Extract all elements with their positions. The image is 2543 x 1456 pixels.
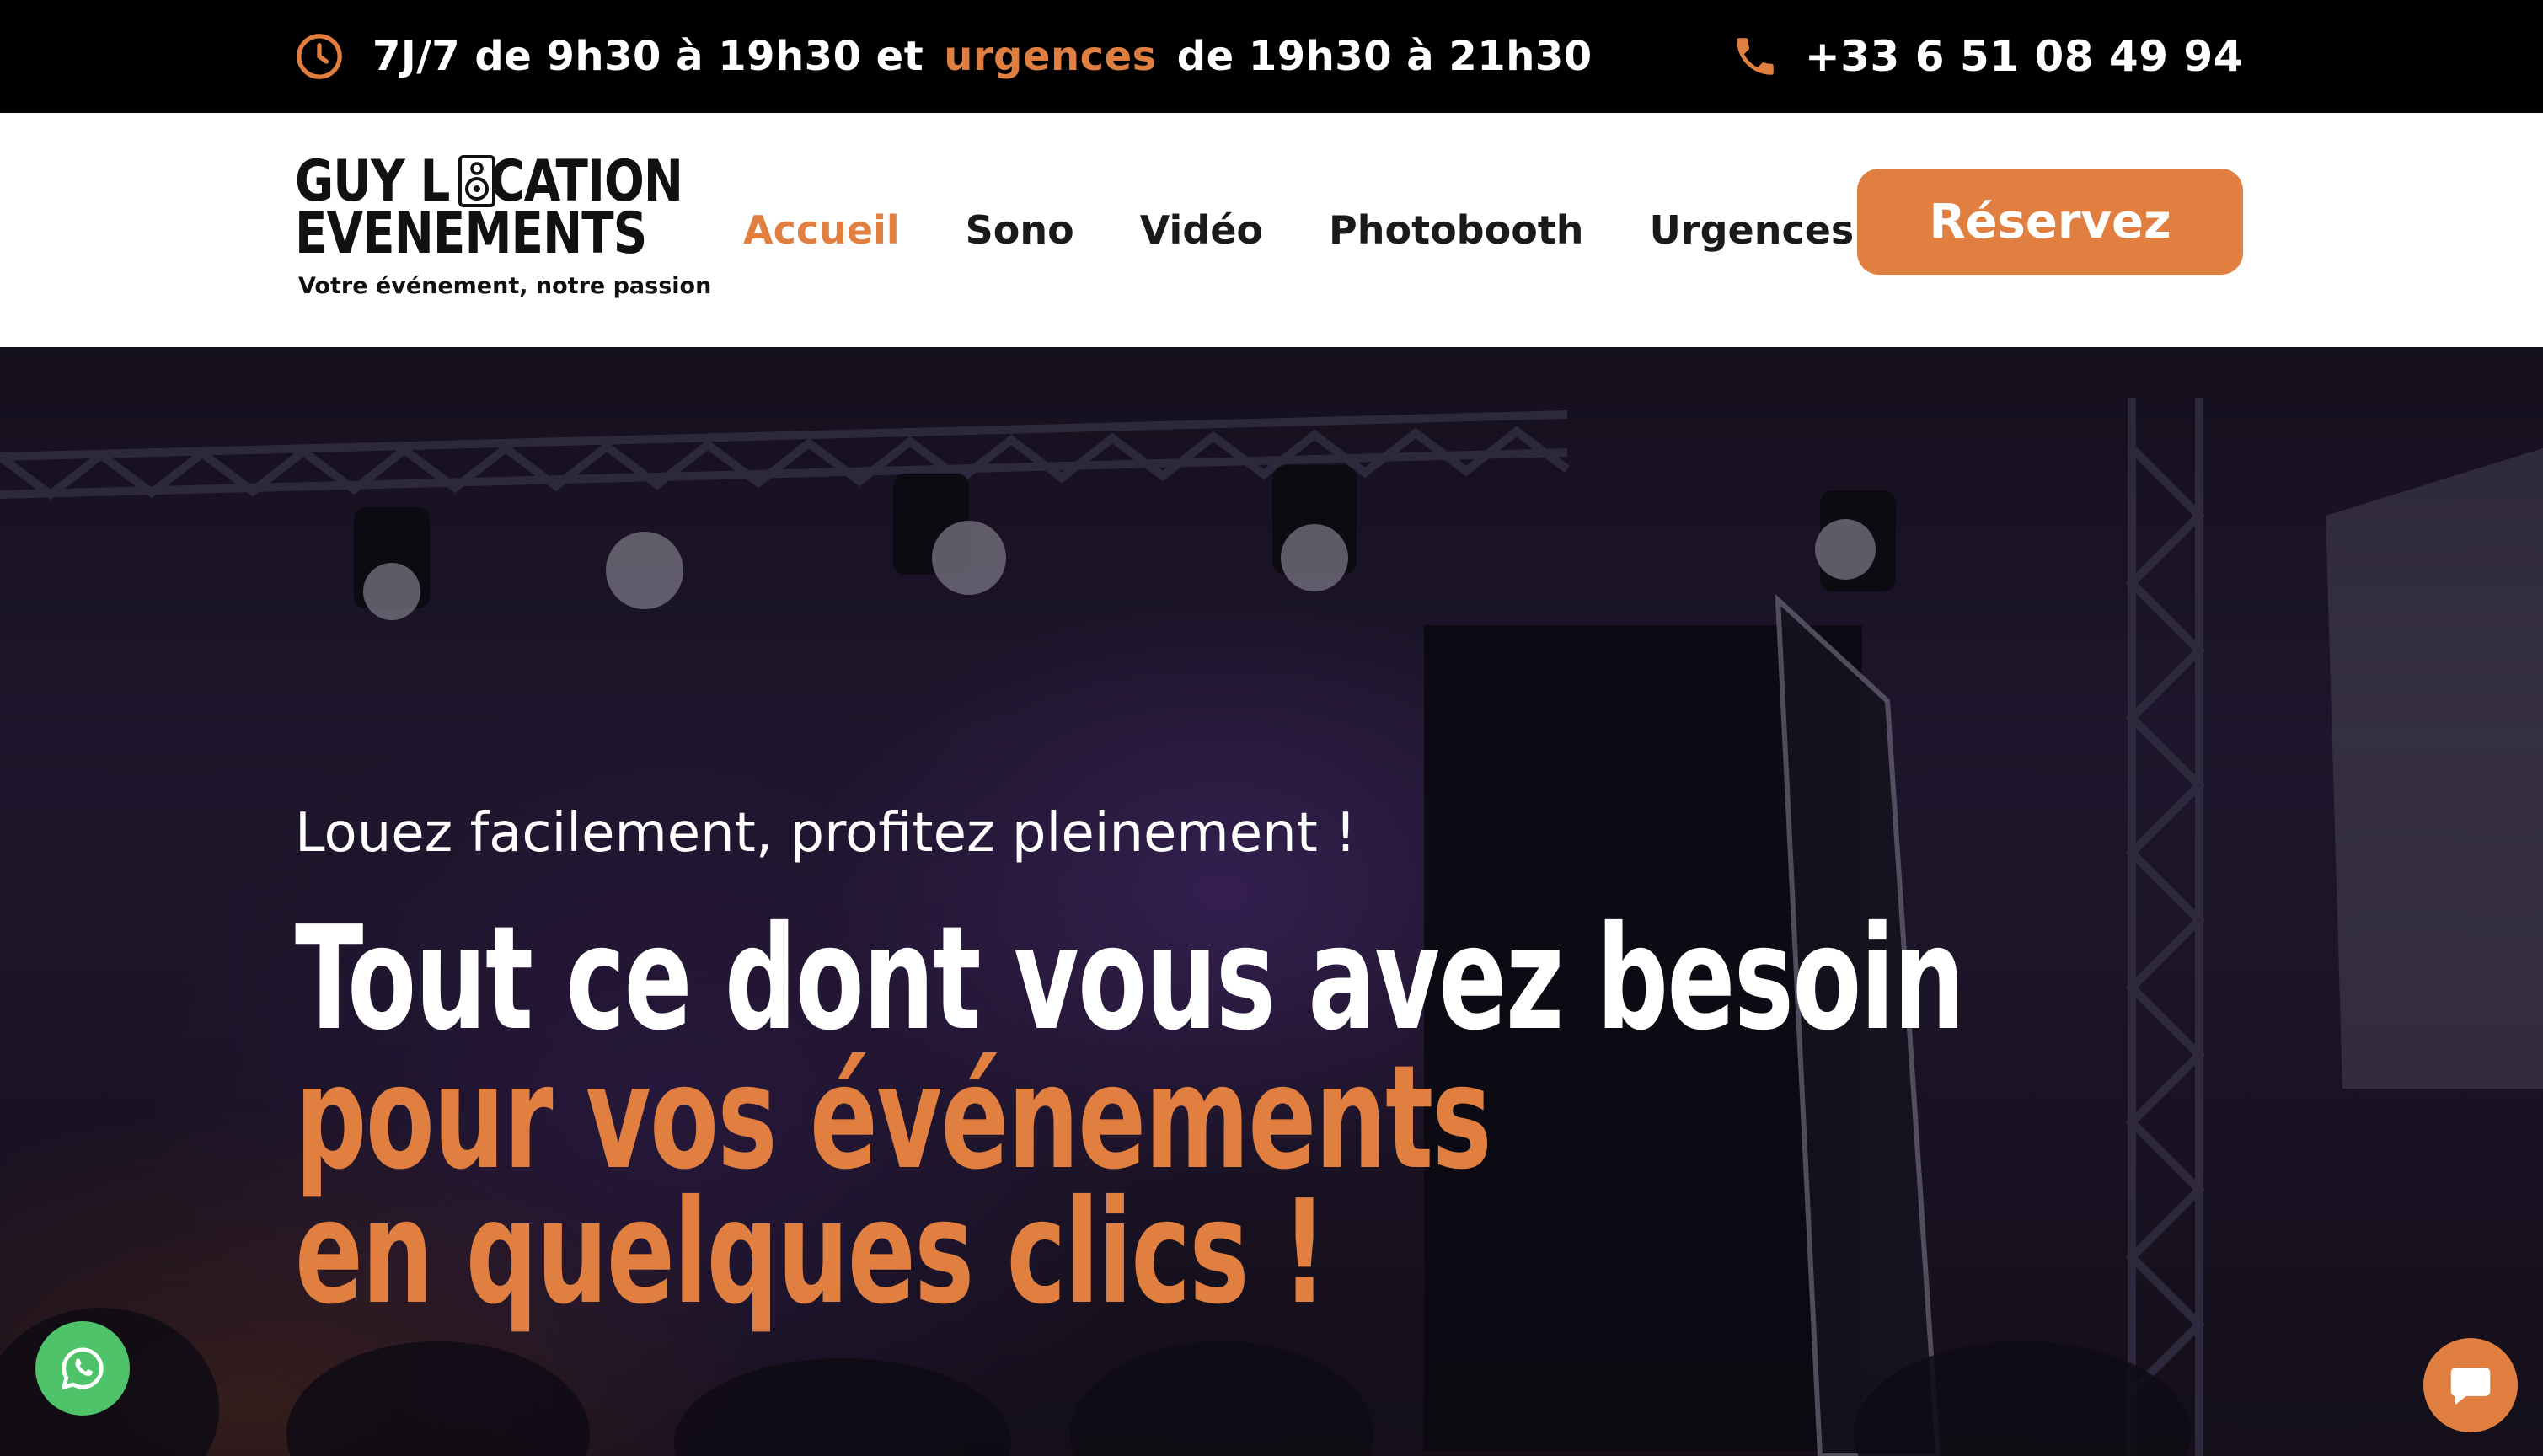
phone-icon xyxy=(1737,38,1774,75)
hero-headline-line-3: en quelques clics ! xyxy=(295,1170,1327,1336)
hero-section: Louez facilement, profitez pleinement ! … xyxy=(0,347,2543,1456)
hours-suffix: de 19h30 à 21h30 xyxy=(1176,33,1593,80)
hero-headline-line-1: Tout ce dont vous avez besoin xyxy=(295,896,1965,1063)
site-header: GUY L CATION EVENEMENTS Votre événement, … xyxy=(0,113,2543,347)
hero-subtitle: Louez facilement, profitez pleinement ! xyxy=(295,802,1357,864)
logo-tagline: Votre événement, notre passion xyxy=(298,273,712,299)
speaker-icon xyxy=(458,155,495,207)
hours-urgences: urgences xyxy=(944,33,1157,80)
hours-prefix: 7J/7 de 9h30 à 19h30 et xyxy=(372,33,924,80)
hero-headline-line-2: pour vos événements xyxy=(295,1035,1492,1202)
logo-line-2: EVENEMENTS xyxy=(295,201,647,267)
clock-icon xyxy=(297,34,342,79)
reserve-button[interactable]: Réservez xyxy=(1857,169,2243,275)
whatsapp-icon xyxy=(61,1347,104,1390)
nav-item-video[interactable]: Vidéo xyxy=(1140,207,1263,253)
nav-item-photobooth[interactable]: Photobooth xyxy=(1329,207,1584,253)
chat-bubble-icon xyxy=(2450,1368,2491,1405)
main-nav: Accueil Sono Vidéo Photobooth Urgences xyxy=(743,113,1854,347)
chat-button[interactable] xyxy=(2423,1338,2518,1432)
phone-number[interactable]: +33 6 51 08 49 94 xyxy=(1805,32,2243,81)
site-logo[interactable]: GUY L CATION EVENEMENTS Votre événement, … xyxy=(295,153,711,322)
nav-item-accueil[interactable]: Accueil xyxy=(743,207,900,253)
top-info-bar: 7J/7 de 9h30 à 19h30 et urgences de 19h3… xyxy=(0,0,2543,113)
opening-hours: 7J/7 de 9h30 à 19h30 et urgences de 19h3… xyxy=(295,0,1593,113)
nav-item-urgences[interactable]: Urgences xyxy=(1650,207,1855,253)
nav-item-sono[interactable]: Sono xyxy=(966,207,1074,253)
phone-contact[interactable]: +33 6 51 08 49 94 xyxy=(1731,0,2243,113)
whatsapp-button[interactable] xyxy=(35,1321,130,1416)
